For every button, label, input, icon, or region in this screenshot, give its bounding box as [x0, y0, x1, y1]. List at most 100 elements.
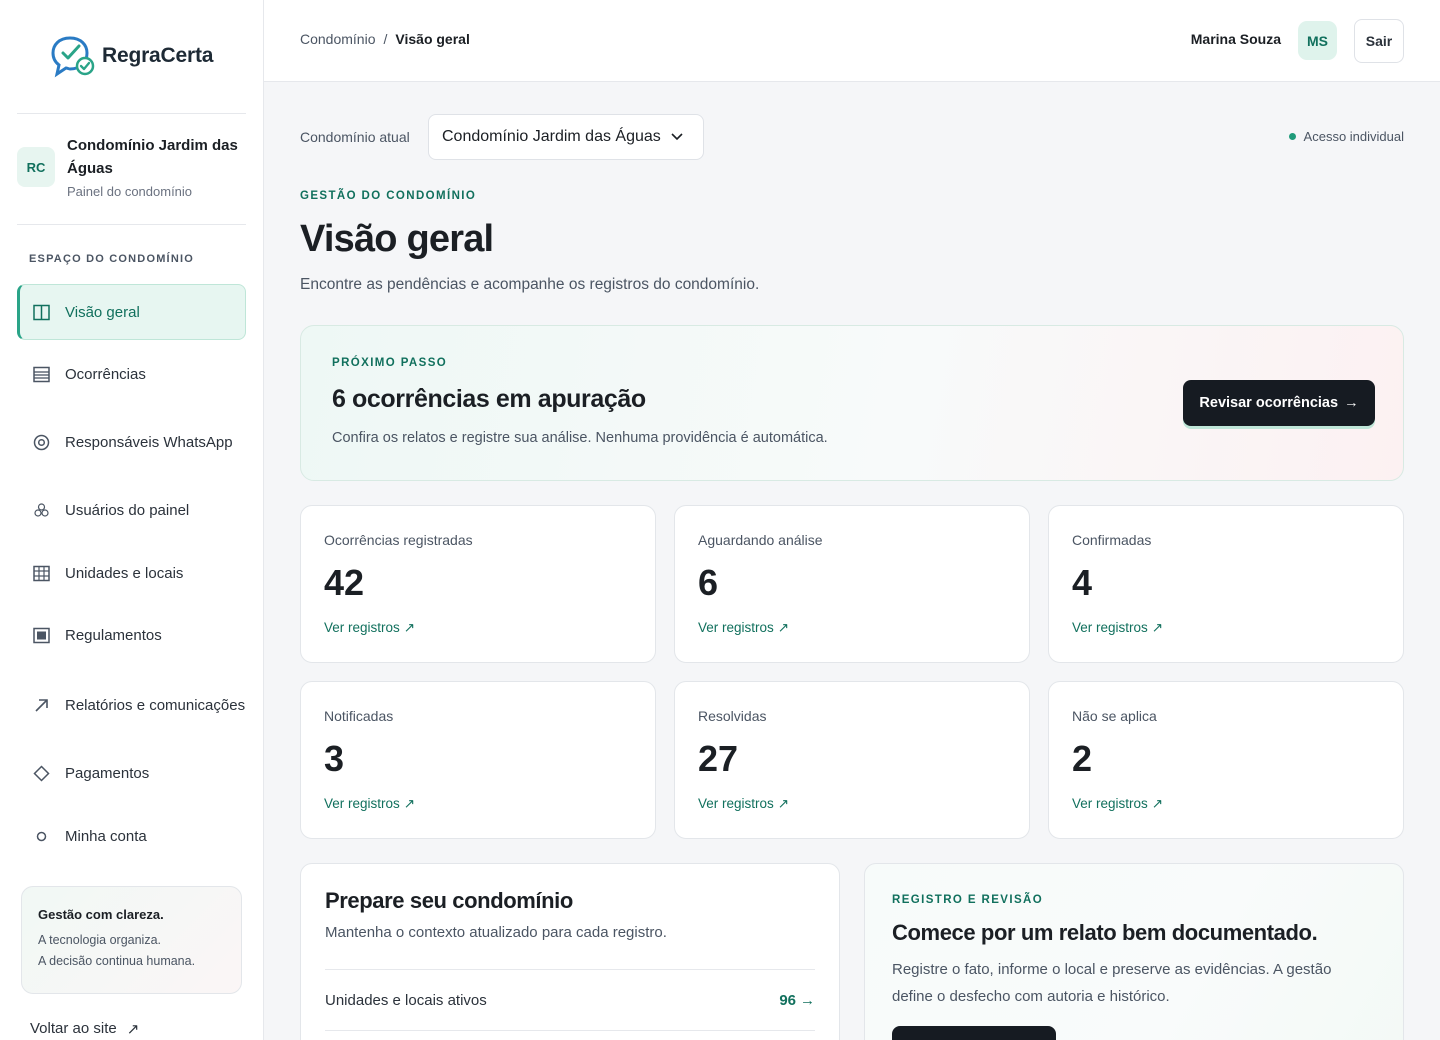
view-records-label: Ver registros: [1072, 620, 1148, 635]
sidebar-item-label: Regulamentos: [65, 626, 162, 644]
prepare-row[interactable]: Unidades e locais ativos 96 →: [325, 969, 815, 1030]
tip-line: A decisão continua humana.: [38, 954, 196, 968]
arrow-up-right-icon: ↗: [126, 1021, 140, 1038]
view-records-link[interactable]: Ver registros ↗: [1072, 796, 1163, 812]
documented-description: Registre o fato, informe o local e prese…: [892, 961, 1332, 1005]
view-records-label: Ver registros: [698, 796, 774, 811]
divider: [17, 224, 246, 225]
grid-icon: [32, 564, 50, 582]
stat-value: 6: [698, 562, 719, 603]
review-occurrences-button[interactable]: Revisar ocorrências →: [1183, 380, 1375, 426]
back-to-site-link[interactable]: Voltar ao site ↗: [30, 1020, 139, 1038]
condo-subtitle: Painel do condomínio: [67, 184, 193, 199]
next-step-description: Confira os relatos e registre sua anális…: [332, 430, 828, 446]
circle-icon: [32, 827, 50, 845]
sidebar-item-label: Ocorrências: [65, 365, 146, 383]
view-records-link[interactable]: Ver registros ↗: [698, 620, 789, 636]
sidebar-item-label: Usuários do painel: [65, 501, 190, 519]
documented-title: Comece por um relato bem documentado.: [892, 920, 1318, 945]
tip-title: Gestão com clareza.: [38, 907, 164, 922]
stat-label: Não se aplica: [1072, 708, 1157, 724]
diamond-icon: [32, 764, 50, 782]
next-step-card: PRÓXIMO PASSO 6 ocorrências em apuração …: [300, 325, 1404, 481]
sidebar-item-minha-conta[interactable]: Minha conta: [17, 810, 246, 862]
stat-value: 4: [1072, 562, 1093, 603]
stat-card-registradas: Ocorrências registradas 42 Ver registros…: [300, 505, 656, 663]
sidebar-item-usuarios-do-painel[interactable]: Usuários do painel: [17, 484, 246, 536]
sidebar-item-unidades-e-locais[interactable]: Unidades e locais: [17, 547, 246, 599]
arrow-up-right-icon: ↗: [1151, 620, 1164, 635]
documented-panel: REGISTRO E REVISÃO Comece por um relato …: [864, 863, 1404, 1040]
access-label: Acesso individual: [1303, 129, 1404, 144]
sidebar-item-label: Unidades e locais: [65, 564, 184, 582]
list-icon: [32, 365, 50, 383]
prepare-row-value: 96: [779, 991, 796, 1009]
book-icon: [32, 626, 50, 644]
arrow-right-icon: →: [1344, 395, 1359, 411]
columns-icon: [32, 303, 50, 321]
condo-selector-value: Condomínio Jardim das Águas: [442, 128, 661, 145]
sidebar-item-label: Relatórios e comunicações: [65, 696, 246, 714]
logo-icon: [51, 36, 95, 78]
stat-label: Resolvidas: [698, 708, 767, 724]
page-eyebrow: GESTÃO DO CONDOMÍNIO: [300, 190, 477, 202]
tip-card: Gestão com clareza. A tecnologia organiz…: [21, 886, 242, 994]
sidebar-item-label: Responsáveis WhatsApp: [65, 433, 233, 451]
stat-label: Ocorrências registradas: [324, 532, 473, 548]
view-records-link[interactable]: Ver registros ↗: [324, 796, 415, 812]
review-occurrences-label: Revisar ocorrências: [1199, 395, 1339, 411]
breadcrumb-separator: /: [383, 31, 388, 47]
stat-value: 42: [324, 562, 365, 603]
view-records-link[interactable]: Ver registros ↗: [1072, 620, 1163, 636]
access-status: Acesso individual: [1288, 129, 1404, 144]
sidebar-item-label: Visão geral: [65, 303, 140, 321]
start-report-button[interactable]: [892, 1026, 1056, 1040]
next-step-eyebrow: PRÓXIMO PASSO: [332, 357, 448, 369]
arrow-up-right-icon: [32, 696, 50, 714]
stat-label: Aguardando análise: [698, 532, 823, 548]
condo-selector[interactable]: Condomínio Jardim das Águas: [428, 114, 704, 160]
avatar[interactable]: MS: [1298, 21, 1337, 60]
breadcrumb: Condomínio / Visão geral: [300, 31, 470, 47]
next-step-title: 6 ocorrências em apuração: [332, 385, 646, 413]
stat-card-resolvidas: Resolvidas 27 Ver registros ↗: [674, 681, 1030, 839]
sidebar-item-pagamentos[interactable]: Pagamentos: [17, 747, 246, 799]
breadcrumb-current: Visão geral: [395, 31, 470, 47]
tip-line: A tecnologia organiza.: [38, 933, 162, 947]
view-records-label: Ver registros: [324, 796, 400, 811]
condo-badge: RC: [17, 147, 55, 187]
view-records-link[interactable]: Ver registros ↗: [324, 620, 415, 636]
logo[interactable]: RegraCerta: [50, 34, 213, 78]
sidebar-item-relatorios-e-comunicacoes[interactable]: Relatórios e comunicações: [17, 677, 246, 733]
stat-label: Confirmadas: [1072, 532, 1152, 548]
stat-value: 2: [1072, 738, 1093, 779]
arrow-up-right-icon: ↗: [777, 796, 790, 811]
chevron-down-icon: [671, 128, 683, 146]
stat-card-notificadas: Notificadas 3 Ver registros ↗: [300, 681, 656, 839]
users-icon: [32, 501, 50, 519]
prepare-subtitle: Mantenha o contexto atualizado para cada…: [325, 924, 667, 941]
view-records-label: Ver registros: [1072, 796, 1148, 811]
arrow-up-right-icon: ↗: [777, 620, 790, 635]
sidebar-item-ocorrencias[interactable]: Ocorrências: [17, 348, 246, 400]
page-lead: Encontre as pendências e acompanhe os re…: [300, 276, 760, 293]
sidebar-item-label: Minha conta: [65, 827, 147, 845]
prepare-panel: Prepare seu condomínio Mantenha o contex…: [300, 863, 840, 1040]
breadcrumb-parent[interactable]: Condomínio: [300, 31, 376, 47]
sidebar-item-responsaveis-whatsapp[interactable]: Responsáveis WhatsApp: [17, 414, 246, 470]
page-title: Visão geral: [300, 218, 494, 260]
stat-card-nao-se-aplica: Não se aplica 2 Ver registros ↗: [1048, 681, 1404, 839]
logout-button[interactable]: Sair: [1354, 19, 1404, 63]
stat-value: 27: [698, 738, 739, 779]
stat-value: 3: [324, 738, 345, 779]
sidebar-item-visao-geral[interactable]: Visão geral: [17, 284, 246, 340]
brand-name: RegraCerta: [102, 44, 214, 67]
condo-selector-label: Condomínio atual: [300, 129, 410, 145]
stat-card-confirmadas: Confirmadas 4 Ver registros ↗: [1048, 505, 1404, 663]
view-records-link[interactable]: Ver registros ↗: [698, 796, 789, 812]
arrow-up-right-icon: ↗: [403, 796, 416, 811]
stat-label: Notificadas: [324, 708, 394, 724]
back-to-site-label: Voltar ao site: [30, 1020, 117, 1037]
sidebar-item-regulamentos[interactable]: Regulamentos: [17, 609, 246, 661]
documented-eyebrow: REGISTRO E REVISÃO: [892, 894, 1044, 906]
